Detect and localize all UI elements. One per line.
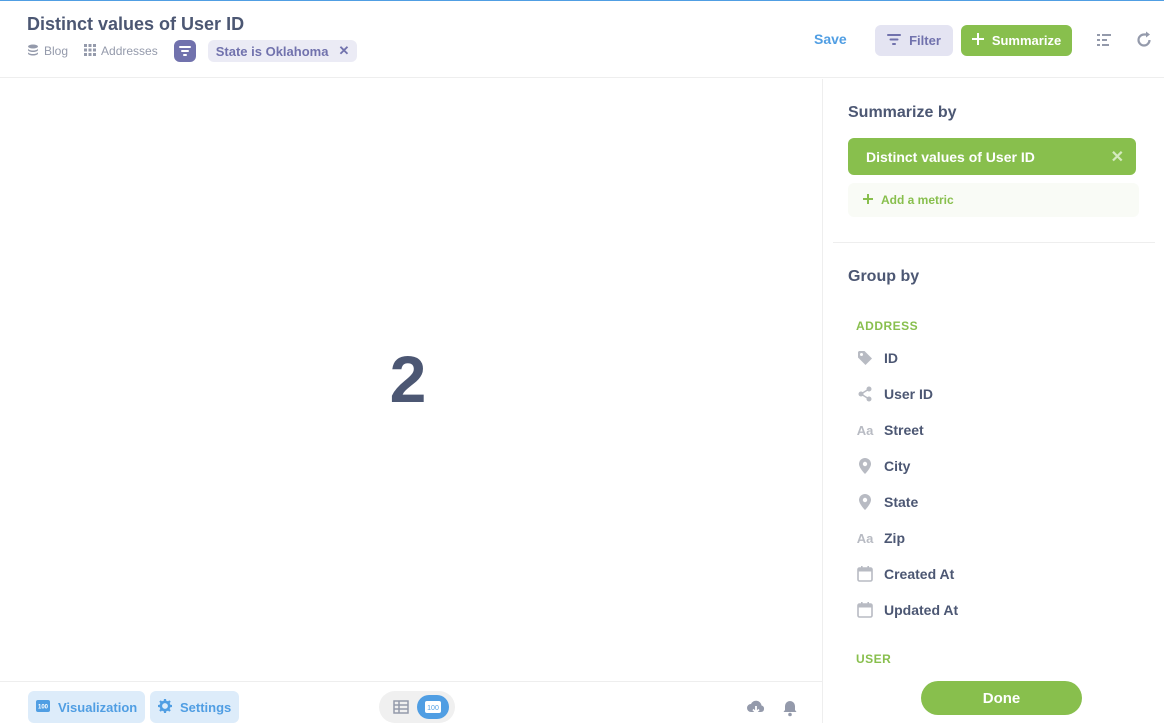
view-sql-list-icon[interactable] [1095,31,1113,49]
view-toggle[interactable]: 100 [379,691,455,723]
breadcrumb: Blog Addresses State is Oklahoma ✕ [27,40,358,62]
field-label: City [884,458,911,474]
field-created-at[interactable]: Created At [856,562,1136,586]
grid-icon [84,43,97,59]
field-state[interactable]: State [856,490,1136,514]
group-by-title: Group by [848,268,920,285]
field-street[interactable]: Aa Street [856,418,1136,442]
field-label: State [884,494,919,510]
add-metric-button[interactable]: Add a metric [848,183,1139,217]
metric-label: Distinct values of User ID [866,148,1035,165]
field-label: User ID [884,386,934,402]
number-viz-icon: 100 [36,699,50,715]
bell-icon[interactable] [781,699,799,717]
query-header: Distinct values of User ID Blog Addresse… [0,1,1164,78]
field-label: Street [884,422,924,438]
add-metric-label: Add a metric [881,193,954,207]
field-label: Updated At [884,602,959,618]
tag-icon [856,349,874,367]
divider [833,242,1155,243]
plus-icon [863,193,873,207]
field-id[interactable]: ID [856,346,1136,370]
done-button[interactable]: Done [921,681,1082,715]
metric-pill[interactable]: Distinct values of User ID ✕ [848,138,1136,175]
download-icon[interactable] [746,699,765,717]
text-icon: Aa [856,530,874,546]
filter-button-label: Filter [909,33,941,48]
remove-filter-icon[interactable]: ✕ [338,43,349,59]
visualization-button[interactable]: 100 Visualization [28,691,146,723]
filter-pill-label: State is Oklahoma [215,43,329,59]
filter-button[interactable]: Filter [875,25,953,56]
calendar-icon [856,601,874,619]
field-label: ID [884,350,898,366]
gear-icon [158,698,172,716]
query-footer: 100 Visualization Settings 100 [0,681,822,723]
number-view-icon[interactable]: 100 [417,695,449,719]
location-icon [856,493,874,511]
question-title: Distinct values of User ID [27,14,245,34]
breadcrumb-table-label: Addresses [101,44,158,58]
field-label: Zip [884,530,905,546]
filter-toggle-icon[interactable] [173,40,196,62]
summarize-button-label: Summarize [991,33,1062,48]
table-view-icon[interactable] [385,695,417,719]
save-button[interactable]: Save [814,31,847,47]
summarize-by-title: Summarize by [848,104,957,121]
settings-button-label: Settings [180,699,232,715]
field-city[interactable]: City [856,454,1136,478]
breadcrumb-database-label: Blog [44,44,69,58]
connections-icon [856,385,874,403]
breadcrumb-table[interactable]: Addresses [84,43,158,59]
field-user-id[interactable]: User ID [856,382,1136,406]
filter-pill[interactable]: State is Oklahoma ✕ [207,40,358,62]
svg-text:100: 100 [38,704,49,710]
location-icon [856,457,874,475]
field-label: Created At [884,566,955,582]
summarize-sidebar: Summarize by Distinct values of User ID … [822,79,1164,723]
remove-metric-icon[interactable]: ✕ [1111,147,1124,167]
field-zip[interactable]: Aa Zip [856,526,1136,550]
summarize-button[interactable]: Summarize [961,25,1072,56]
settings-button[interactable]: Settings [150,691,240,723]
calendar-icon [856,565,874,583]
refresh-icon[interactable] [1135,31,1153,49]
text-icon: Aa [856,422,874,438]
group-label-user: USER [856,652,892,666]
field-updated-at[interactable]: Updated At [856,598,1136,622]
database-icon [27,44,39,59]
plus-icon [971,33,984,48]
scalar-value: 2 [389,342,427,416]
svg-text:100: 100 [427,705,439,712]
visualization-button-label: Visualization [58,699,138,715]
filter-icon [887,33,902,48]
visualization-area: 2 [0,79,822,681]
group-label-address: ADDRESS [856,319,919,333]
breadcrumb-database[interactable]: Blog [27,44,68,59]
